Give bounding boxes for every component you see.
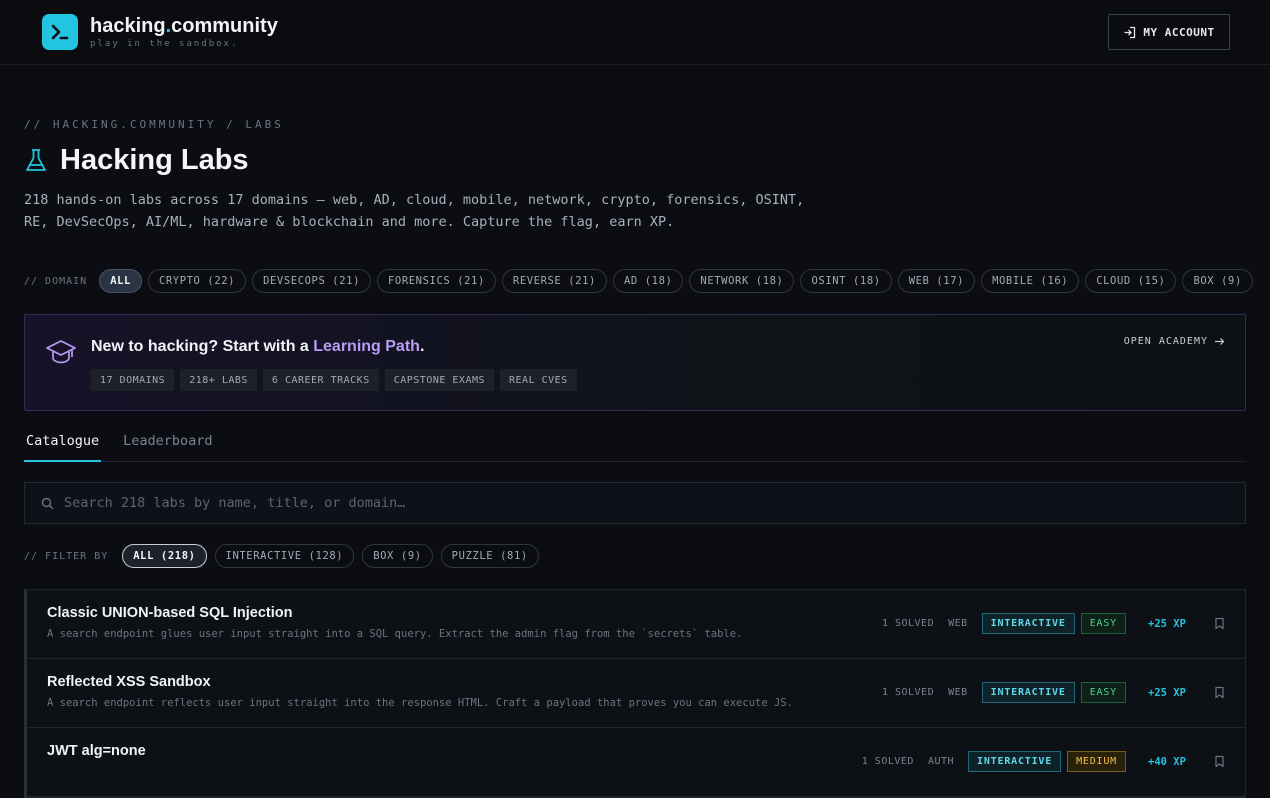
bookmark-icon[interactable] (1214, 617, 1225, 630)
tab-leaderboard[interactable]: Leaderboard (121, 425, 214, 462)
type-filter: // FILTER BY ALL (218) INTERACTIVE (128)… (24, 544, 539, 568)
lab-domain: WEB (948, 687, 968, 698)
search-icon (41, 497, 54, 509)
brand-tagline: play in the sandbox. (90, 39, 239, 49)
banner-tag: CAPSTONE EXAMS (384, 369, 495, 391)
domain-chip-reverse[interactable]: REVERSE (21) (501, 269, 607, 293)
lab-domain: WEB (948, 618, 968, 629)
banner-tag: 6 CAREER TRACKS (262, 369, 379, 391)
lab-description: A search endpoint reflects user input st… (47, 697, 793, 709)
arrow-right-icon (1215, 338, 1225, 345)
my-account-label: MY ACCOUNT (1143, 25, 1215, 39)
search-box (24, 482, 1246, 524)
lab-title: Reflected XSS Sandbox (47, 674, 211, 690)
lab-difficulty-badge: MEDIUM (1067, 751, 1126, 772)
top-bar: hacking.community play in the sandbox. M… (0, 0, 1270, 65)
banner-tag: 218+ LABS (180, 369, 257, 391)
bookmark-icon[interactable] (1214, 755, 1225, 768)
lab-xp: +40 XP (1148, 755, 1186, 768)
filter-chip-interactive[interactable]: INTERACTIVE (128) (214, 544, 355, 568)
lab-list: Classic UNION-based SQL Injection A sear… (24, 589, 1246, 798)
lab-type-badge: INTERACTIVE (981, 682, 1075, 703)
open-academy-label: OPEN ACADEMY (1123, 336, 1208, 347)
domain-chip-cloud[interactable]: CLOUD (15) (1085, 269, 1177, 293)
lab-row[interactable]: JWT alg=none 1 SOLVED AUTH INTERACTIVE M… (27, 728, 1245, 797)
lab-solved-count: 1 SOLVED (881, 618, 935, 629)
tab-bar: Catalogue Leaderboard (24, 425, 1246, 462)
learning-path-banner: New to hacking? Start with a Learning Pa… (24, 314, 1246, 411)
lab-meta: 1 SOLVED WEB INTERACTIVE EASY +25 XP (882, 682, 1225, 703)
lab-xp: +25 XP (1148, 686, 1186, 699)
filter-chip-all[interactable]: ALL (218) (122, 544, 207, 568)
lab-domain: AUTH (927, 756, 955, 767)
lab-type-badge: INTERACTIVE (968, 751, 1062, 772)
flask-icon (26, 148, 46, 171)
lab-meta: 1 SOLVED AUTH INTERACTIVE MEDIUM +40 XP (862, 751, 1225, 772)
brand-name: hacking.community (90, 15, 278, 37)
domain-chip-box[interactable]: BOX (9) (1182, 269, 1253, 293)
page-title: Hacking Labs (60, 144, 249, 176)
open-academy-link[interactable]: OPEN ACADEMY (1124, 336, 1225, 347)
page-intro: 218 hands-on labs across 17 domains — we… (24, 192, 805, 230)
banner-tags: 17 DOMAINS 218+ LABS 6 CAREER TRACKS CAP… (91, 369, 577, 391)
graduation-cap-icon (46, 340, 76, 364)
my-account-button[interactable]: MY ACCOUNT (1108, 14, 1230, 50)
lab-title: Classic UNION-based SQL Injection (47, 605, 293, 621)
lab-row[interactable]: Reflected XSS Sandbox A search endpoint … (27, 659, 1245, 728)
domain-chip-mobile[interactable]: MOBILE (16) (981, 269, 1080, 293)
filter-chip-box[interactable]: BOX (9) (362, 544, 433, 568)
domain-chip-network[interactable]: NETWORK (18) (689, 269, 795, 293)
lab-solved-count: 1 SOLVED (861, 756, 914, 767)
lab-type-badge: INTERACTIVE (981, 613, 1075, 634)
lab-solved-count: 1 SOLVED (881, 687, 935, 698)
domain-filter-label: // DOMAIN (24, 275, 88, 287)
domain-chip-osint[interactable]: OSINT (18) (800, 269, 892, 293)
login-icon (1124, 26, 1136, 38)
domain-filter: // DOMAIN ALL CRYPTO (22) DEVSECOPS (21)… (24, 269, 1253, 293)
lab-meta: 1 SOLVED WEB INTERACTIVE EASY +25 XP (882, 613, 1225, 634)
type-filter-label: // FILTER BY (24, 550, 109, 562)
domain-chip-all[interactable]: ALL (99, 269, 142, 293)
lab-xp: +25 XP (1148, 617, 1186, 630)
bookmark-icon[interactable] (1214, 686, 1225, 699)
filter-chip-puzzle[interactable]: PUZZLE (81) (440, 544, 539, 568)
banner-title: New to hacking? Start with a Learning Pa… (91, 338, 425, 355)
lab-title: JWT alg=none (47, 743, 146, 759)
domain-chip-crypto[interactable]: CRYPTO (22) (147, 269, 247, 293)
banner-tag: 17 DOMAINS (91, 369, 175, 391)
domain-chip-web[interactable]: WEB (17) (897, 269, 976, 293)
title-row: Hacking Labs (24, 144, 249, 177)
search-input[interactable] (64, 495, 1245, 511)
domain-chip-devsecops[interactable]: DEVSECOPS (21) (252, 269, 371, 293)
lab-difficulty-badge: EASY (1080, 613, 1126, 634)
terminal-logo-icon (42, 14, 78, 50)
lab-difficulty-badge: EASY (1080, 682, 1126, 703)
domain-chip-forensics[interactable]: FORENSICS (21) (377, 269, 496, 293)
learning-path-link[interactable]: Learning Path (313, 338, 420, 355)
tab-catalogue[interactable]: Catalogue (24, 425, 102, 462)
domain-chip-ad[interactable]: AD (18) (612, 269, 684, 293)
lab-description: A search endpoint glues user input strai… (47, 628, 743, 640)
lab-row[interactable]: Classic UNION-based SQL Injection A sear… (27, 590, 1245, 659)
breadcrumb: // HACKING.COMMUNITY / LABS (24, 118, 284, 131)
banner-tag: REAL CVES (500, 369, 577, 391)
brand[interactable]: hacking.community play in the sandbox. (42, 14, 278, 50)
